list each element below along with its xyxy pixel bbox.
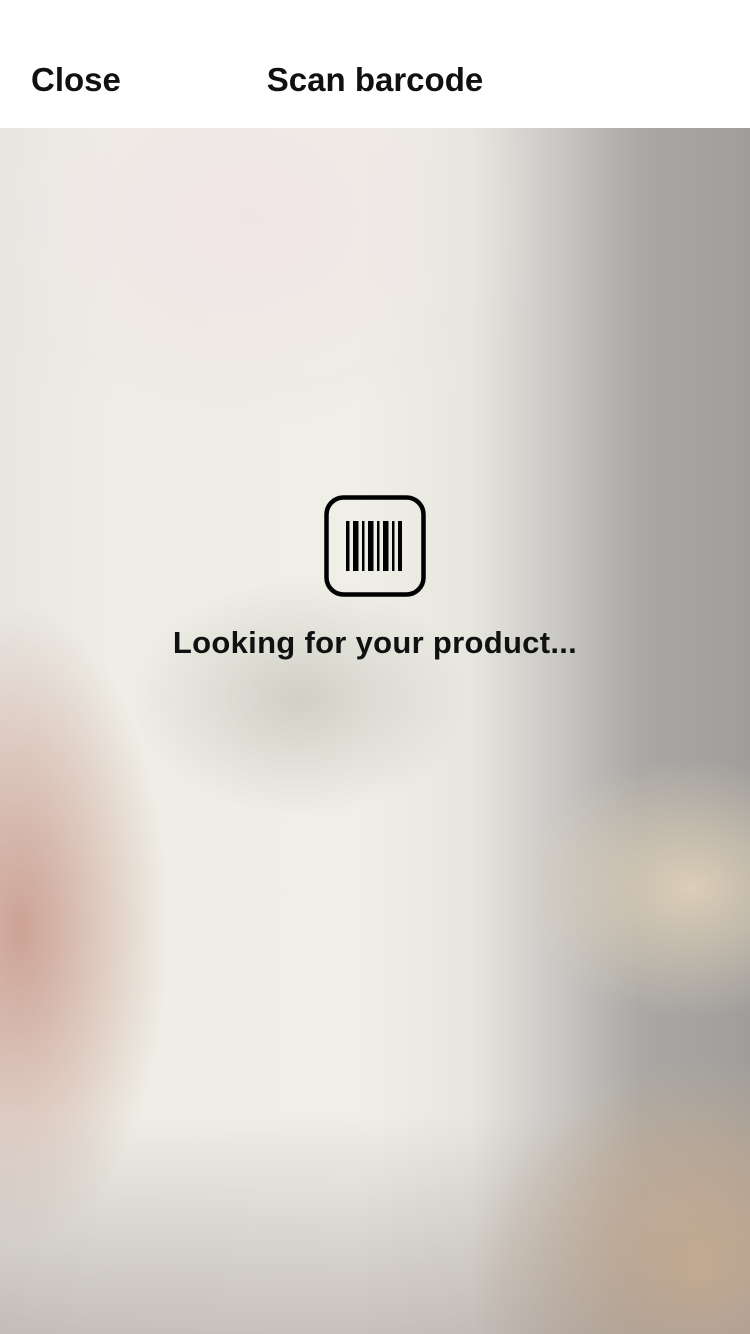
scan-barcode-screen: Close Scan barcode Looking for your prod… (0, 0, 750, 1334)
scan-status: Looking for your product... (0, 495, 750, 663)
status-message: Looking for your product... (172, 625, 578, 660)
navigation-bar: Close Scan barcode (0, 0, 750, 128)
close-button[interactable]: Close (31, 58, 121, 102)
camera-viewfinder (0, 128, 750, 1334)
barcode-icon (324, 495, 426, 597)
